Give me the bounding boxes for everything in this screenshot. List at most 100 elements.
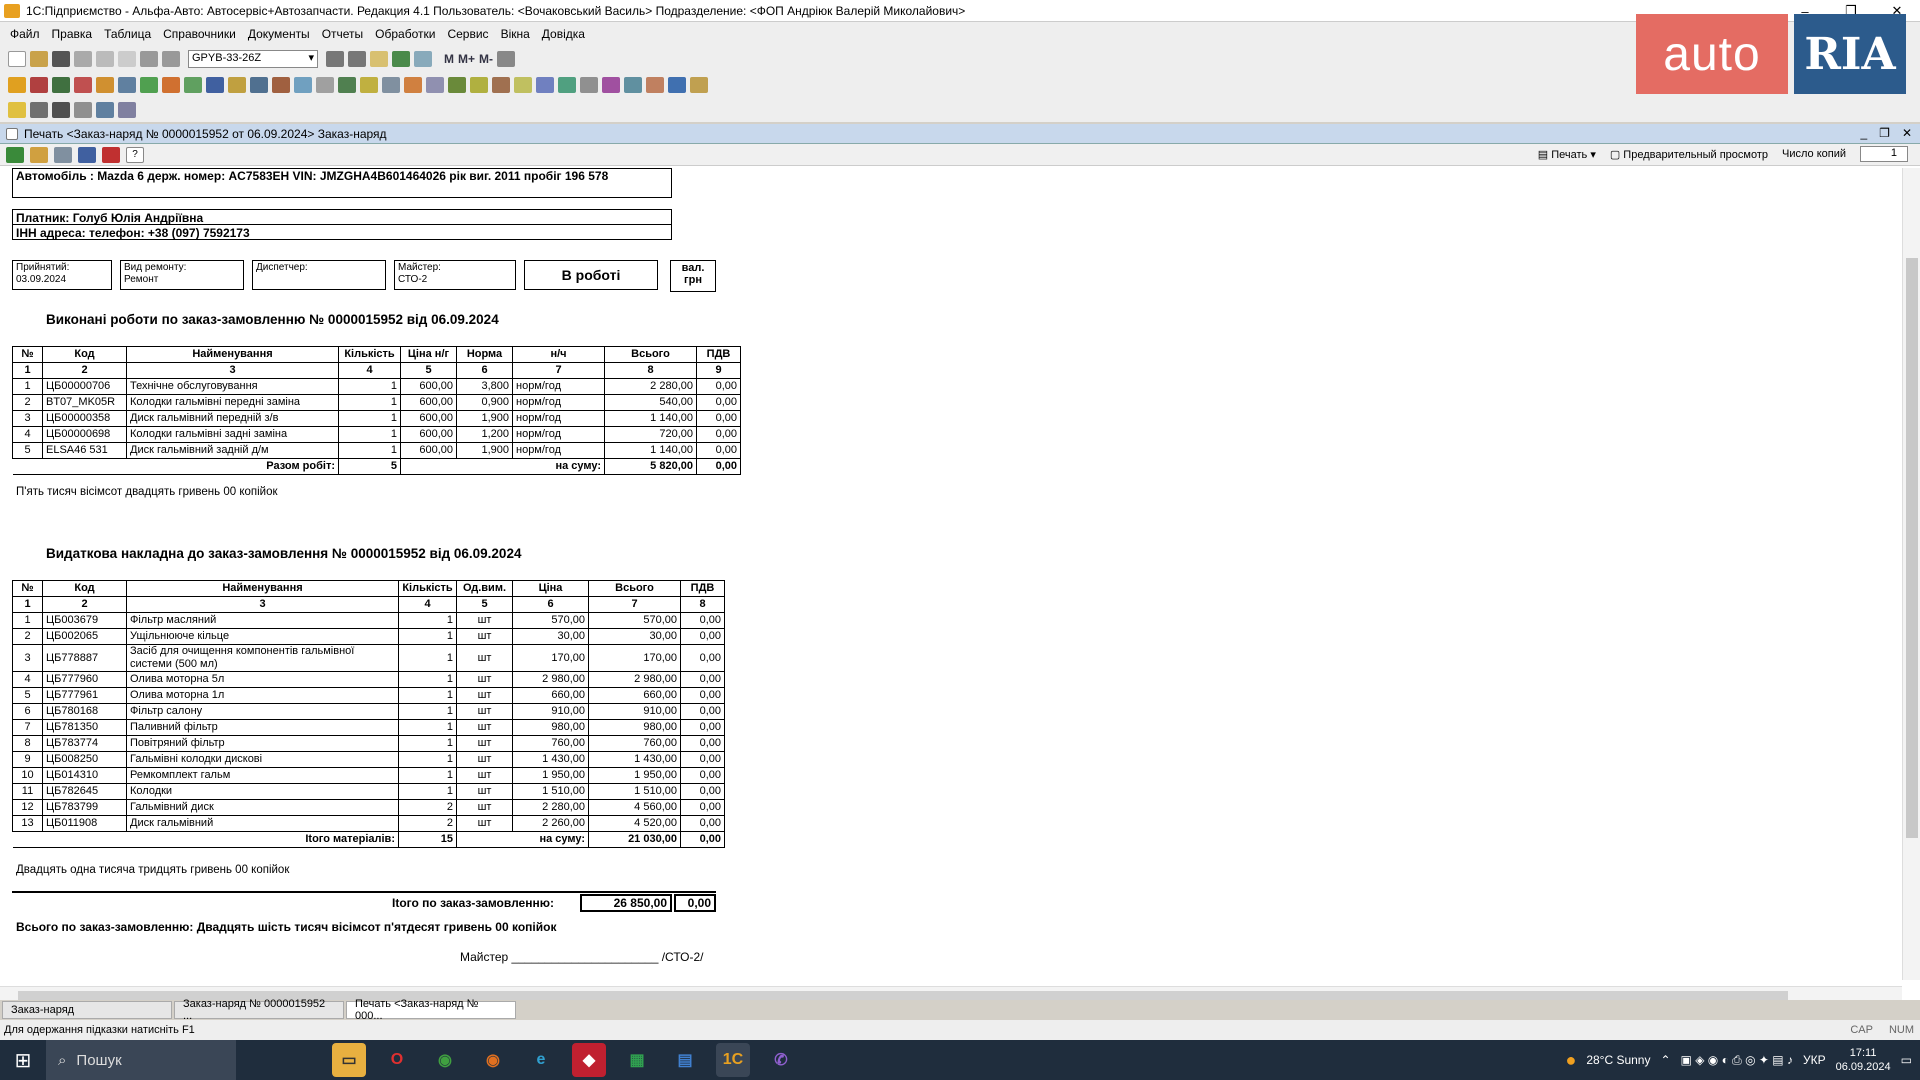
menu-file[interactable]: Файл	[10, 27, 40, 41]
memory-minus-button[interactable]: M-	[479, 52, 493, 66]
edge-icon[interactable]: e	[524, 1043, 558, 1077]
toolbar-icon-26[interactable]	[558, 77, 576, 93]
menu-documents[interactable]: Документы	[248, 27, 310, 41]
toolbar-icon-18[interactable]	[382, 77, 400, 93]
search-combo[interactable]: GPYB-33-26Z	[188, 50, 318, 68]
tray-chevron-icon[interactable]: ⌃	[1660, 1053, 1670, 1067]
toolbar-icon-32[interactable]	[690, 77, 708, 93]
copies-input[interactable]: 1	[1860, 146, 1908, 162]
language-indicator[interactable]: УКР	[1803, 1053, 1826, 1067]
toolbar-icon-3[interactable]	[52, 77, 70, 93]
1c-app-icon[interactable]: 1C	[716, 1043, 750, 1077]
toolbar-icon-e[interactable]	[96, 102, 114, 118]
toolbar-icon-14[interactable]	[294, 77, 312, 93]
paste-icon[interactable]	[118, 51, 136, 67]
cut-icon[interactable]	[74, 51, 92, 67]
toolbar-icon-30[interactable]	[646, 77, 664, 93]
doc-restore-button[interactable]: ❐	[1879, 126, 1890, 140]
memory-button[interactable]: M	[444, 52, 454, 66]
taskbar-search[interactable]: ⌕ Пошук	[46, 1040, 236, 1080]
toolbar-icon-27[interactable]	[580, 77, 598, 93]
toolbar-icon-23[interactable]	[492, 77, 510, 93]
table-icon[interactable]	[392, 51, 410, 67]
toolbar-icon-2[interactable]	[30, 77, 48, 93]
excel-icon[interactable]	[6, 146, 24, 163]
find-prev-icon[interactable]	[348, 51, 366, 67]
toolbar-icon-a[interactable]	[8, 102, 26, 118]
preview-button[interactable]: ▢ Предварительный просмотр	[1610, 148, 1768, 161]
toolbar-icon-20[interactable]	[426, 77, 444, 93]
dollar-icon[interactable]	[140, 77, 158, 93]
menu-catalogs[interactable]: Справочники	[163, 27, 236, 41]
toolbar-icon-9[interactable]	[184, 77, 202, 93]
redo-icon[interactable]	[162, 51, 180, 67]
windows-start-icon[interactable]: ⊞	[0, 1040, 46, 1080]
tray-icons[interactable]: ▣ ◈ ◉ ◐ ⎙ ◎ ✦ ▤ ♪	[1681, 1053, 1793, 1068]
toolbar-icon-6[interactable]	[118, 77, 136, 93]
menu-windows[interactable]: Вікна	[501, 27, 530, 41]
email-icon[interactable]	[78, 146, 96, 163]
toolbar-icon-4[interactable]	[74, 77, 92, 93]
firefox-icon[interactable]: ◉	[476, 1043, 510, 1077]
spreadsheet-icon[interactable]: ▦	[620, 1043, 654, 1077]
copy-icon[interactable]	[96, 51, 114, 67]
help-icon[interactable]: ?	[126, 146, 144, 163]
toolbar-icon-22[interactable]	[470, 77, 488, 93]
vertical-scrollbar[interactable]	[1902, 168, 1920, 980]
export-icon[interactable]	[30, 146, 48, 163]
doc-close-button[interactable]: ✕	[1902, 126, 1912, 140]
toolbar-icon-16[interactable]	[338, 77, 356, 93]
opera-icon[interactable]: O	[380, 1043, 414, 1077]
pdf-icon[interactable]	[102, 146, 120, 163]
help-icon[interactable]	[370, 51, 388, 67]
menu-service[interactable]: Сервис	[447, 27, 488, 41]
notifications-icon[interactable]: ▭	[1901, 1053, 1912, 1067]
undo-icon[interactable]	[140, 51, 158, 67]
menu-edit[interactable]: Правка	[52, 27, 93, 41]
toolbar-icon-c[interactable]	[52, 102, 70, 118]
chrome-icon[interactable]: ◉	[428, 1043, 462, 1077]
document-app-icon[interactable]: ▤	[668, 1043, 702, 1077]
toolbar-icon-24[interactable]	[514, 77, 532, 93]
viber-icon[interactable]: ✆	[764, 1043, 798, 1077]
toolbar-icon-12[interactable]	[250, 77, 268, 93]
toolbar-icon-13[interactable]	[272, 77, 290, 93]
menu-help[interactable]: Довідка	[542, 27, 585, 41]
doc-minimize-button[interactable]: _	[1860, 126, 1867, 140]
open-icon[interactable]	[30, 51, 48, 67]
toolbar-icon-19[interactable]	[404, 77, 422, 93]
menu-processing[interactable]: Обработки	[375, 27, 435, 41]
tools-icon[interactable]	[497, 51, 516, 67]
toolbar-icon-21[interactable]	[448, 77, 466, 93]
settings-icon[interactable]	[54, 146, 72, 163]
toolbar-icon-1[interactable]	[8, 77, 26, 93]
toolbar-icon-29[interactable]	[624, 77, 642, 93]
toolbar-icon-8[interactable]	[162, 77, 180, 93]
toolbar-icon-17[interactable]	[360, 77, 378, 93]
find-next-icon[interactable]	[326, 51, 344, 67]
toolbar-icon-f[interactable]	[118, 102, 136, 118]
print-button[interactable]: ▤ Печать ▾	[1538, 148, 1596, 161]
menu-table[interactable]: Таблица	[104, 27, 151, 41]
weather-text[interactable]: 28°C Sunny	[1586, 1053, 1650, 1067]
toolbar-icon-15[interactable]	[316, 77, 334, 93]
tab-order-doc[interactable]: Заказ-наряд № 0000015952 ...	[174, 998, 344, 1022]
toolbar-icon-5[interactable]	[96, 77, 114, 93]
clock[interactable]: 17:11 06.09.2024	[1836, 1046, 1891, 1074]
toolbar-icon-d[interactable]	[74, 102, 92, 118]
toolbar-icon-10[interactable]	[206, 77, 224, 93]
tab-print[interactable]: Печать <Заказ-наряд № 000...	[346, 998, 516, 1022]
new-doc-icon[interactable]	[8, 51, 26, 67]
toolbar-icon-11[interactable]	[228, 77, 246, 93]
toolbar-icon-28[interactable]	[602, 77, 620, 93]
menu-reports[interactable]: Отчеты	[322, 27, 363, 41]
toolbar-icon-31[interactable]	[668, 77, 686, 93]
grid-icon[interactable]	[414, 51, 432, 67]
toolbar-icon-25[interactable]	[536, 77, 554, 93]
save-icon[interactable]	[52, 51, 70, 67]
tab-order[interactable]: Заказ-наряд	[2, 1001, 172, 1019]
memory-plus-button[interactable]: M+	[458, 52, 475, 66]
explorer-icon[interactable]: ▭	[332, 1043, 366, 1077]
toolbar-icon-b[interactable]	[30, 102, 48, 118]
anydesk-icon[interactable]: ◆	[572, 1043, 606, 1077]
